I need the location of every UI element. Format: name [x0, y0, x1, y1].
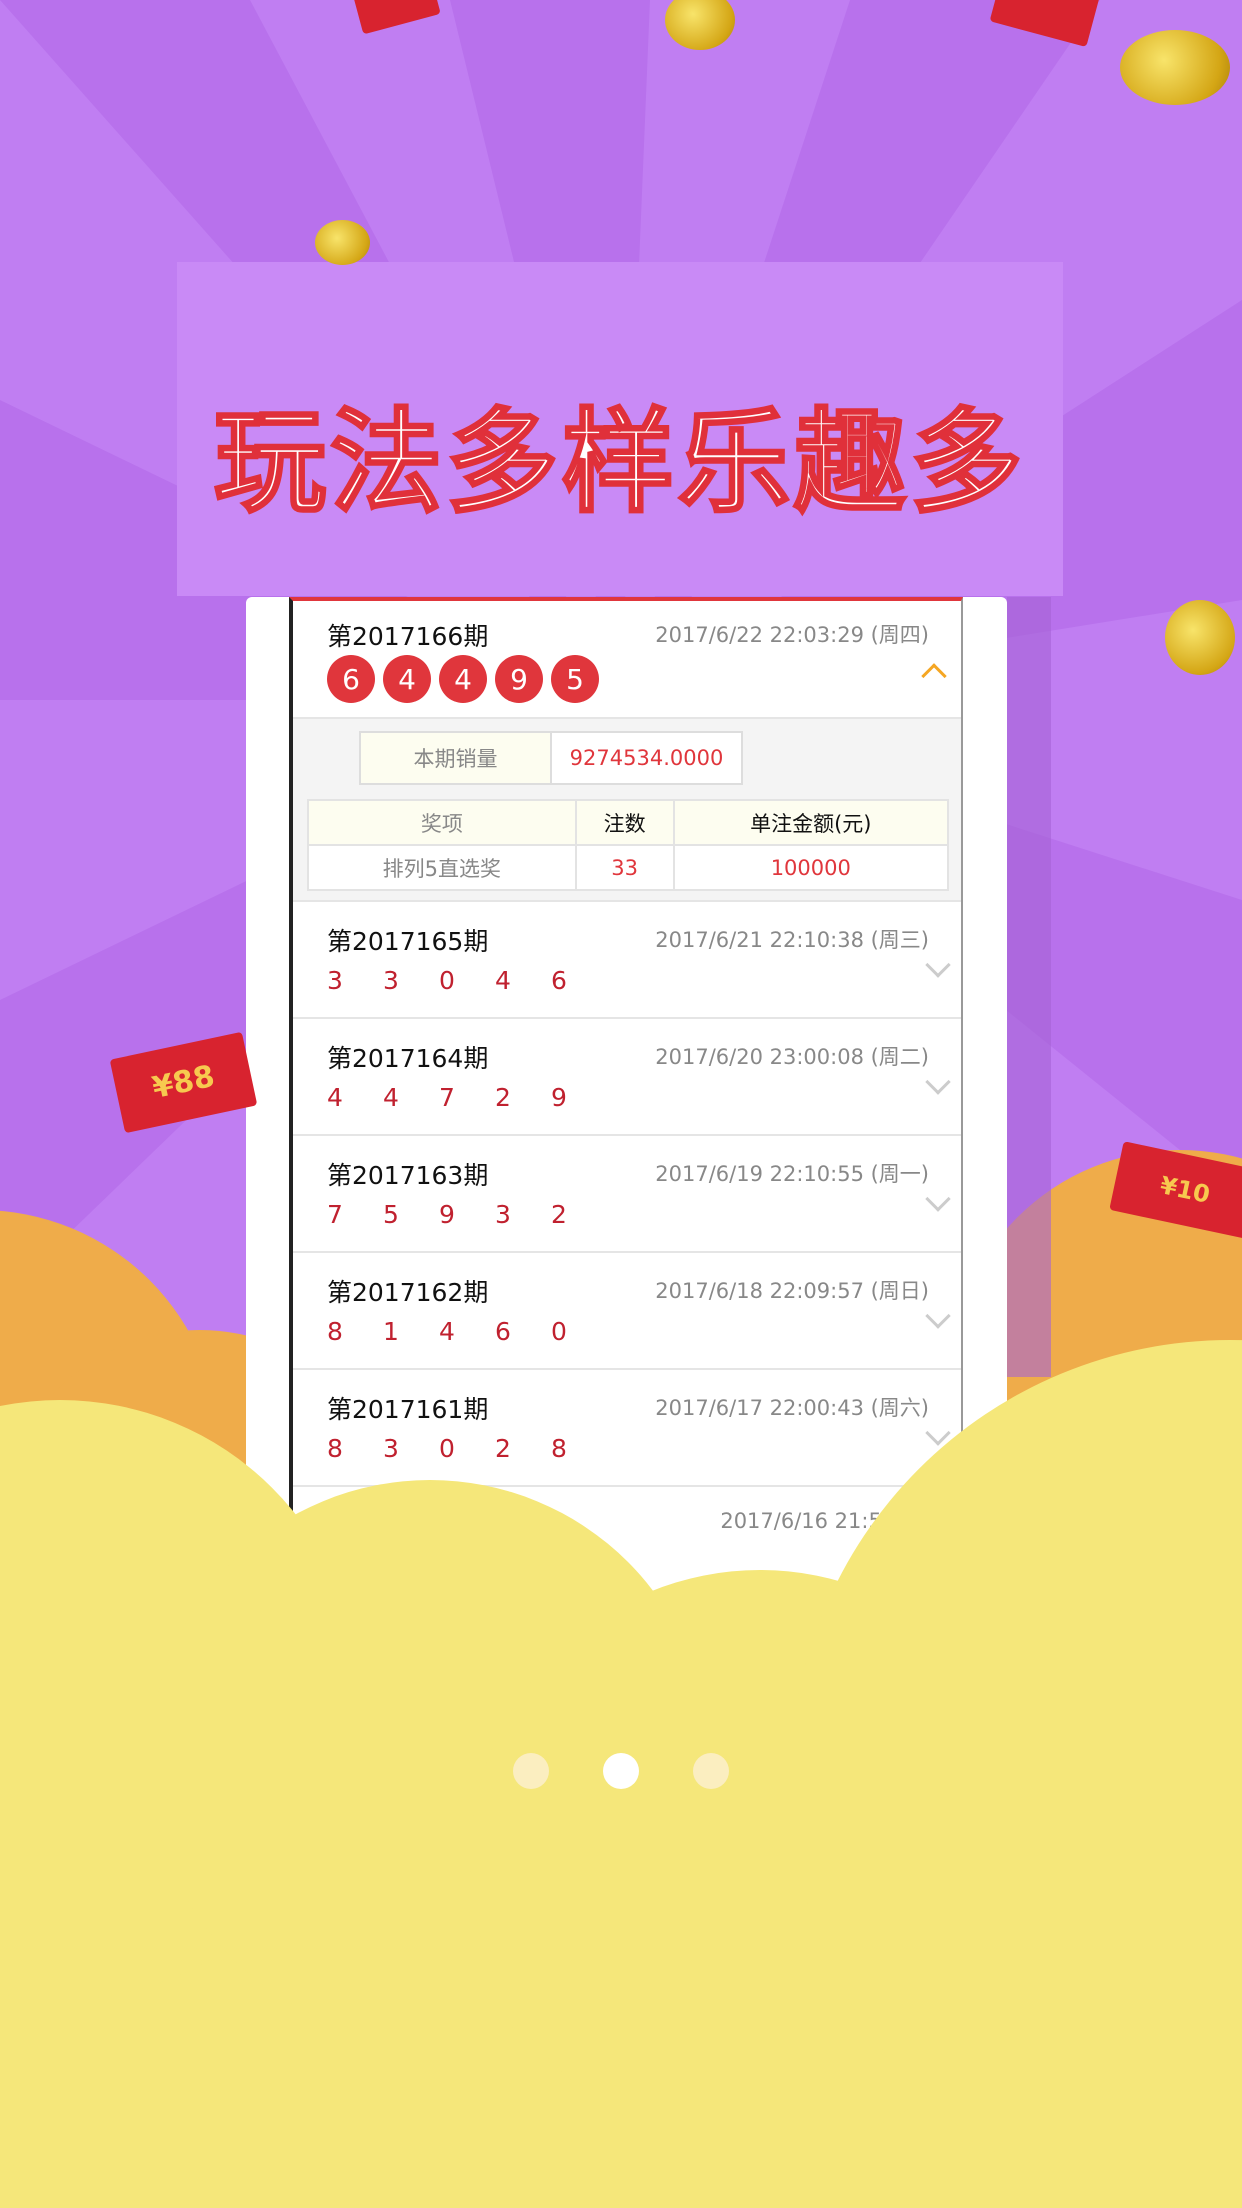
number: 3	[383, 966, 399, 995]
page-indicator	[0, 1753, 1242, 1789]
ball: 4	[383, 655, 431, 703]
ball: 6	[327, 655, 375, 703]
header-cell: 注数	[574, 799, 675, 846]
number: 7	[439, 1083, 455, 1112]
number: 0	[439, 1434, 455, 1463]
number: 4	[495, 966, 511, 995]
chevron-down-icon[interactable]	[925, 1420, 951, 1446]
winning-numbers: 8 3 0 2 8	[327, 1434, 607, 1463]
number: 0	[551, 1317, 567, 1346]
chevron-down-icon[interactable]	[925, 1186, 951, 1212]
number: 3	[495, 1200, 511, 1229]
chevron-down-icon[interactable]	[925, 1303, 951, 1329]
issue-number: 第2017163期	[327, 1161, 489, 1190]
issue-number: 第2017162期	[327, 1278, 489, 1307]
number: 2	[495, 1434, 511, 1463]
draw-row[interactable]: 第2017162期 2017/6/18 22:09:57 (周日) 8 1 4 6 0	[293, 1253, 961, 1370]
banner-title: 玩法多样乐趣多	[213, 397, 1026, 530]
issue-number: 第2017164期	[327, 1044, 489, 1073]
page-dot[interactable]	[513, 1753, 549, 1789]
number: 8	[327, 1317, 343, 1346]
draw-date: 2017/6/17 22:00:43 (周六)	[655, 1396, 929, 1420]
banner: 玩法多样乐趣多	[177, 262, 1063, 596]
number	[551, 1551, 607, 1580]
number: 0	[439, 966, 455, 995]
number: 3	[327, 966, 343, 995]
phone-shadow	[1007, 597, 1051, 1377]
issue-number: 第2017166期	[327, 622, 489, 651]
issue-number: 第2017165期	[327, 927, 489, 956]
draw-date: 2017/6/22 22:03:29 (周四)	[655, 623, 929, 647]
coin-icon	[1165, 600, 1235, 675]
number: 9	[439, 1200, 455, 1229]
header-cell: 单注金额(元)	[672, 799, 950, 846]
chevron-up-icon[interactable]	[921, 663, 947, 689]
number: 8	[327, 1434, 343, 1463]
table-header-row: 奖项 注数 单注金额(元)	[307, 799, 950, 846]
sales-label: 本期销量	[361, 733, 552, 783]
draw-date: 2017/6/16 21:53:21	[720, 1509, 929, 1533]
number: 2	[495, 1083, 511, 1112]
number: 1	[383, 1317, 399, 1346]
number: 4	[327, 1083, 343, 1112]
page-dot[interactable]	[693, 1753, 729, 1789]
page-dot-active[interactable]	[603, 1753, 639, 1789]
sales-box: 本期销量 9274534.0000	[359, 731, 743, 785]
number: 7	[327, 1200, 343, 1229]
number	[439, 1551, 495, 1580]
draw-row-expanded[interactable]: 第2017166期 2017/6/22 22:03:29 (周四) 6 4 4 …	[293, 601, 961, 719]
winning-numbers: 1	[327, 1551, 607, 1580]
prize-table: 奖项 注数 单注金额(元) 排列5直选奖 33 100000	[307, 799, 950, 891]
ball: 5	[551, 655, 599, 703]
number: 9	[551, 1083, 567, 1112]
table-row: 排列5直选奖 33 100000	[307, 844, 950, 891]
draw-results-list: 第2017166期 2017/6/22 22:03:29 (周四) 6 4 4 …	[289, 597, 963, 1597]
number: 3	[383, 1434, 399, 1463]
draw-row[interactable]: 第2017165期 2017/6/21 22:10:38 (周三) 3 3 0 4 6	[293, 902, 961, 1019]
draw-row[interactable]: 第2017161期 2017/6/17 22:00:43 (周六) 8 3 0 2 8	[293, 1370, 961, 1487]
chevron-down-icon[interactable]	[925, 1537, 951, 1563]
table-cell: 排列5直选奖	[307, 844, 577, 891]
draw-date: 2017/6/19 22:10:55 (周一)	[655, 1162, 929, 1186]
draw-date: 2017/6/21 22:10:38 (周三)	[655, 928, 929, 952]
winning-numbers: 7 5 9 3 2	[327, 1200, 607, 1229]
number: 8	[551, 1434, 567, 1463]
table-cell: 33	[574, 844, 675, 891]
chevron-down-icon[interactable]	[925, 1069, 951, 1095]
ball: 4	[439, 655, 487, 703]
table-cell: 100000	[672, 844, 950, 891]
winning-numbers: 8 1 4 6 0	[327, 1317, 607, 1346]
draw-detail-panel: 本期销量 9274534.0000 奖项 注数 单注金额(元) 排列5直选奖 3…	[293, 719, 961, 902]
draw-row[interactable]: 第2017163期 2017/6/19 22:10:55 (周一) 7 5 9 3 2	[293, 1136, 961, 1253]
number: 2	[551, 1200, 567, 1229]
ball: 9	[495, 655, 543, 703]
header-cell: 奖项	[307, 799, 577, 846]
number: 6	[551, 966, 567, 995]
draw-date: 2017/6/18 22:09:57 (周日)	[655, 1279, 929, 1303]
draw-row[interactable]: 第2017160期 2017/6/16 21:53:21 1	[293, 1487, 961, 1597]
coin-icon	[315, 220, 370, 265]
number: 5	[383, 1200, 399, 1229]
number	[327, 1551, 383, 1580]
draw-row[interactable]: 第2017164期 2017/6/20 23:00:08 (周二) 4 4 7 2 9	[293, 1019, 961, 1136]
number: 6	[495, 1317, 511, 1346]
chevron-down-icon[interactable]	[925, 952, 951, 978]
draw-date: 2017/6/20 23:00:08 (周二)	[655, 1045, 929, 1069]
winning-balls: 6 4 4 9 5	[327, 655, 599, 703]
coin-icon	[1120, 30, 1230, 105]
issue-number: 第2017160期	[327, 1512, 489, 1541]
number: 4	[383, 1083, 399, 1112]
coin-icon	[1110, 1480, 1210, 1585]
issue-number: 第2017161期	[327, 1395, 489, 1424]
sales-value: 9274534.0000	[552, 733, 741, 783]
winning-numbers: 4 4 7 2 9	[327, 1083, 607, 1112]
number: 4	[439, 1317, 455, 1346]
number: 1	[495, 1551, 511, 1580]
number	[383, 1551, 439, 1580]
winning-numbers: 3 3 0 4 6	[327, 966, 607, 995]
